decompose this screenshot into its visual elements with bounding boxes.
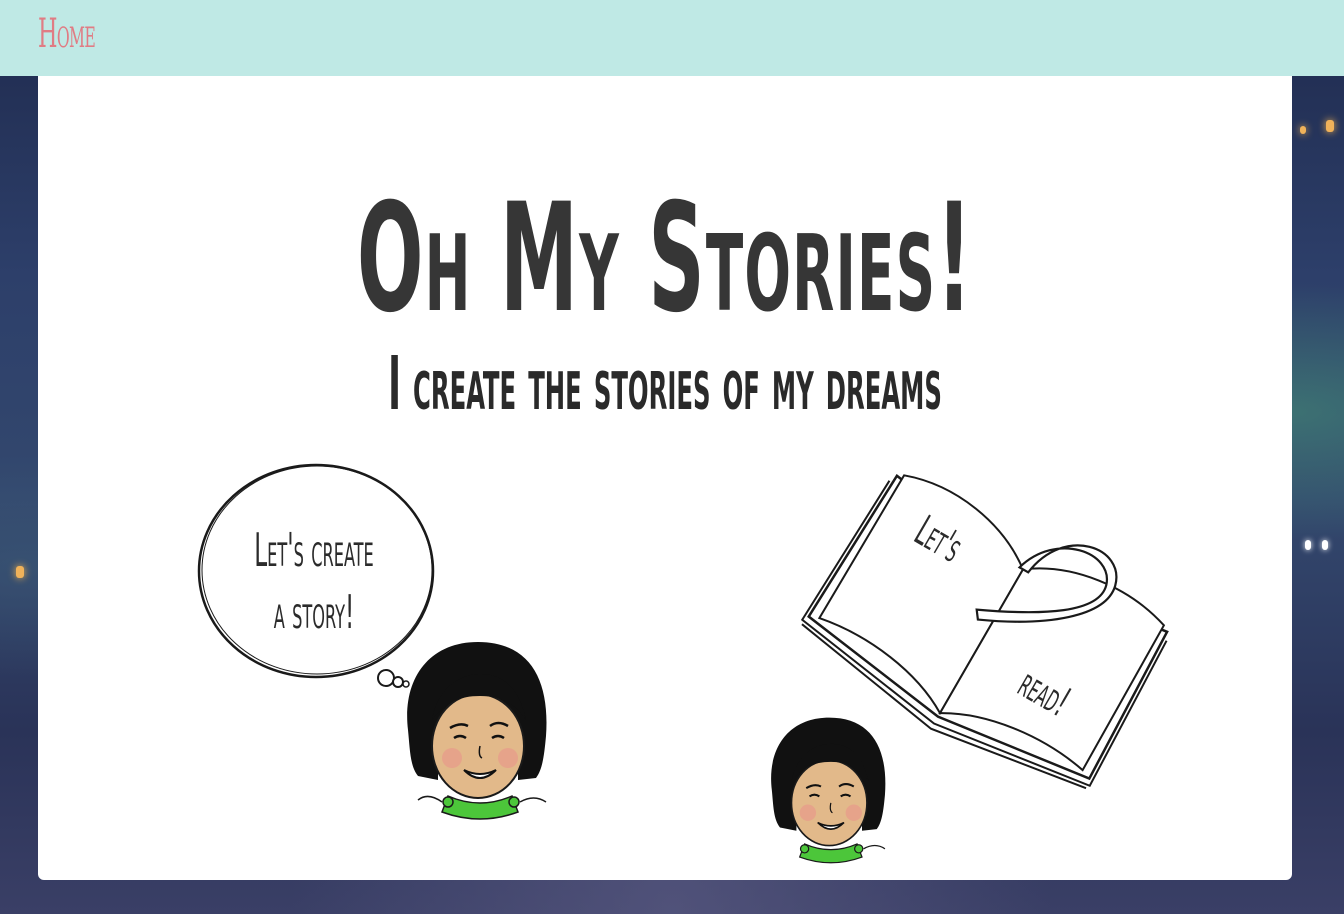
window-light <box>16 566 24 578</box>
page-subtitle: I create the stories of my dreams <box>388 341 942 427</box>
window-light <box>1300 126 1306 134</box>
window-light <box>1305 540 1311 550</box>
create-bubble-line2: a story! <box>274 585 354 639</box>
window-light <box>1322 540 1328 550</box>
create-bubble-line1: Let's create <box>254 523 373 577</box>
page-title: Oh My Stories! <box>356 172 974 346</box>
nav-home-link[interactable]: Home <box>38 10 96 58</box>
open-book-girl-icon: Let's read! <box>771 473 1169 864</box>
window-light <box>1326 120 1334 132</box>
create-story-link[interactable]: Let's create a story! <box>196 463 556 820</box>
thought-bubble-girl-icon: Let's create a story! <box>197 463 547 820</box>
top-nav: Home <box>0 0 1344 76</box>
main-card: Oh My Stories! I create the stories of m… <box>38 76 1292 880</box>
read-story-link[interactable]: Let's read! <box>771 473 1169 864</box>
